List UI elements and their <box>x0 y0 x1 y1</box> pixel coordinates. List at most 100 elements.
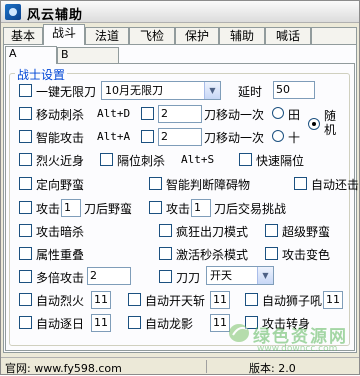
main-tab-bar: 基本 战斗 法道 飞检 保护 辅助 喊话 <box>1 24 359 45</box>
move-assassin-blade-label: 刀移动一次 <box>204 108 265 122</box>
tab-flycheck[interactable]: 飞检 <box>129 27 175 45</box>
move-assassin-checkbox[interactable] <box>19 107 32 120</box>
multi-attack-label: 多倍攻击 <box>36 271 85 285</box>
status-divider <box>206 360 207 373</box>
attack-stealth-label: 攻击暗杀 <box>36 225 85 239</box>
app-window: 风云辅助 基本 战斗 法道 飞检 保护 辅助 喊话 A B 战士设置 一键无限刀… <box>0 0 360 375</box>
chevron-down-icon[interactable]: ▼ <box>204 82 220 99</box>
subtab-a[interactable]: A <box>5 46 57 64</box>
yijian-select-value: 10月无限刀 <box>105 84 163 97</box>
auto-sun-checkbox[interactable] <box>19 316 32 329</box>
subtab-b[interactable]: B <box>57 47 119 63</box>
radio-shi[interactable] <box>272 130 284 142</box>
super-savage-label: 超级野蛮 <box>282 225 331 239</box>
tab-combat[interactable]: 战斗 <box>43 24 85 45</box>
radio-shi-label: 十 <box>288 131 301 145</box>
auto-sun-input[interactable]: 11 <box>91 314 111 332</box>
status-bar: 官网: www.fy598.com 版本: 2.0 <box>1 357 359 375</box>
crazy-blade-label: 疯狂出刀模式 <box>176 225 249 239</box>
attack-savage-label: 攻击 <box>36 202 61 216</box>
auto-sun-label: 自动逐日 <box>36 317 85 331</box>
instant-kill-label: 激活秒杀模式 <box>176 248 249 262</box>
auto-fire-checkbox[interactable] <box>19 293 32 306</box>
attack-color-label: 攻击变色 <box>282 248 331 262</box>
auto-kaitian-label: 自动开天斩 <box>145 294 206 308</box>
super-savage-checkbox[interactable] <box>265 224 278 237</box>
yijian-checkbox[interactable] <box>19 84 32 97</box>
fast-gap-checkbox[interactable] <box>239 153 252 166</box>
fast-gap-label: 快速隔位 <box>256 154 305 168</box>
fire-close-checkbox[interactable] <box>19 153 32 166</box>
every-blade-checkbox[interactable] <box>159 270 172 283</box>
gap-assassin-label: 隔位刺杀 <box>117 154 166 168</box>
attack-trade-label: 攻击 <box>166 202 191 216</box>
every-blade-select[interactable]: 开天 ▼ <box>206 266 274 285</box>
window-title: 风云辅助 <box>27 8 84 23</box>
smart-attack-step-input[interactable]: 2 <box>158 128 202 146</box>
watermark-url: www.downcc.com <box>257 344 338 354</box>
delay-input[interactable]: 50 <box>273 81 315 99</box>
chevron-down-icon[interactable]: ▼ <box>257 267 273 284</box>
tab-taoist[interactable]: 法道 <box>85 27 129 45</box>
auto-roar-label: 自动狮子吼 <box>262 294 323 308</box>
gap-assassin-checkbox[interactable] <box>100 153 113 166</box>
tab-protect[interactable]: 保护 <box>175 27 219 45</box>
status-site: 官网: www.fy598.com <box>5 362 122 375</box>
auto-counter-label: 自动还击 <box>311 178 360 192</box>
group-title: 战士设置 <box>15 66 68 83</box>
attr-overlap-checkbox[interactable] <box>19 247 32 260</box>
auto-roar-checkbox[interactable] <box>245 293 258 306</box>
delay-label: 延时 <box>238 85 263 99</box>
attack-trade-input[interactable]: 1 <box>191 199 211 217</box>
smart-attack-blade-label: 刀移动一次 <box>204 131 265 145</box>
directed-savage-checkbox[interactable] <box>19 177 32 190</box>
crazy-blade-checkbox[interactable] <box>159 224 172 237</box>
radio-tian[interactable] <box>272 107 284 119</box>
directed-savage-label: 定向野蛮 <box>36 178 85 192</box>
move-assassin-step-checkbox[interactable] <box>141 107 154 120</box>
attr-overlap-label: 属性重叠 <box>36 248 85 262</box>
instant-kill-checkbox[interactable] <box>159 247 172 260</box>
attack-savage-checkbox[interactable] <box>19 201 32 214</box>
gap-assassin-hotkey: Alt+S <box>181 153 215 166</box>
attack-trade-suffix: 刀后交易挑战 <box>214 202 287 216</box>
tab-assist[interactable]: 辅助 <box>219 27 265 45</box>
move-assassin-label: 移动刺杀 <box>36 108 85 122</box>
auto-fire-label: 自动烈火 <box>36 294 85 308</box>
radio-random[interactable] <box>308 118 320 130</box>
status-version: 版本: 2.0 <box>249 362 296 375</box>
smart-attack-label: 智能攻击 <box>36 131 85 145</box>
auto-fire-input[interactable]: 11 <box>91 291 111 309</box>
smart-attack-step-checkbox[interactable] <box>141 130 154 143</box>
attack-savage-input[interactable]: 1 <box>61 199 81 217</box>
attack-trade-checkbox[interactable] <box>149 201 162 214</box>
yijian-label: 一键无限刀 <box>36 85 97 99</box>
every-blade-select-value: 开天 <box>210 269 232 282</box>
yijian-select[interactable]: 10月无限刀 ▼ <box>101 81 221 100</box>
tab-basic[interactable]: 基本 <box>3 27 43 45</box>
tab-extra[interactable] <box>311 27 357 45</box>
attack-savage-suffix: 刀后野蛮 <box>84 202 133 216</box>
auto-roar-input[interactable]: 11 <box>323 291 343 309</box>
attack-color-checkbox[interactable] <box>265 247 278 260</box>
auto-kaitian-input[interactable]: 11 <box>210 291 230 309</box>
auto-counter-checkbox[interactable] <box>294 177 307 190</box>
watermark-logo: 绿色资源网 www.downcc.com <box>227 321 357 357</box>
multi-attack-input[interactable]: 2 <box>87 267 131 285</box>
smart-obstacle-label: 智能判断障碍物 <box>166 178 251 192</box>
smart-attack-checkbox[interactable] <box>19 130 32 143</box>
every-blade-label: 刀刀 <box>176 271 201 285</box>
multi-attack-checkbox[interactable] <box>19 270 32 283</box>
attack-stealth-checkbox[interactable] <box>19 224 32 237</box>
auto-kaitian-checkbox[interactable] <box>128 293 141 306</box>
tab-shout[interactable]: 喊话 <box>265 27 311 45</box>
move-assassin-step-input[interactable]: 2 <box>158 105 202 123</box>
move-assassin-hotkey: Alt+D <box>97 107 131 120</box>
smart-attack-hotkey: Alt+A <box>97 130 131 143</box>
fire-close-label: 烈火近身 <box>36 154 85 168</box>
auto-dragon-checkbox[interactable] <box>128 316 141 329</box>
radio-random-label: 随机 <box>324 109 337 137</box>
app-logo-icon <box>5 4 21 20</box>
smart-obstacle-checkbox[interactable] <box>149 177 162 190</box>
title-bar: 风云辅助 <box>1 1 359 23</box>
